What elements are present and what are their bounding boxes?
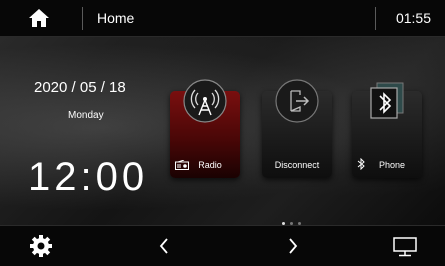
- divider: [375, 7, 376, 30]
- app-tile-disconnect[interactable]: Disconnect: [262, 79, 332, 178]
- gear-icon[interactable]: [29, 234, 53, 258]
- home-screen: 2020 / 05 / 18 Monday 12:00 Radio Discon…: [0, 37, 445, 225]
- radio-tower-icon: [183, 79, 227, 123]
- bottom-bar: [0, 225, 445, 266]
- app-label: Radio: [198, 160, 222, 170]
- app-label: Phone: [378, 160, 406, 170]
- disconnect-icon: [275, 79, 319, 123]
- bluetooth-icon: [370, 82, 404, 119]
- app-tile-phone[interactable]: Phone: [352, 82, 422, 178]
- status-clock: 01:55: [395, 10, 431, 26]
- page-indicator: [282, 212, 306, 225]
- date-display: 2020 / 05 / 18: [34, 79, 126, 96]
- chevron-right-icon[interactable]: [287, 237, 299, 255]
- home-icon[interactable]: [28, 8, 50, 28]
- page-title: Home: [97, 10, 135, 26]
- chevron-left-icon[interactable]: [158, 237, 170, 255]
- top-bar: Home 01:55: [0, 0, 445, 37]
- time-display: 12:00: [28, 155, 149, 199]
- divider: [82, 7, 83, 30]
- monitor-icon[interactable]: [393, 237, 417, 257]
- app-label: Disconnect: [274, 160, 320, 170]
- app-tile-radio[interactable]: Radio: [170, 79, 240, 178]
- weekday-display: Monday: [68, 110, 104, 121]
